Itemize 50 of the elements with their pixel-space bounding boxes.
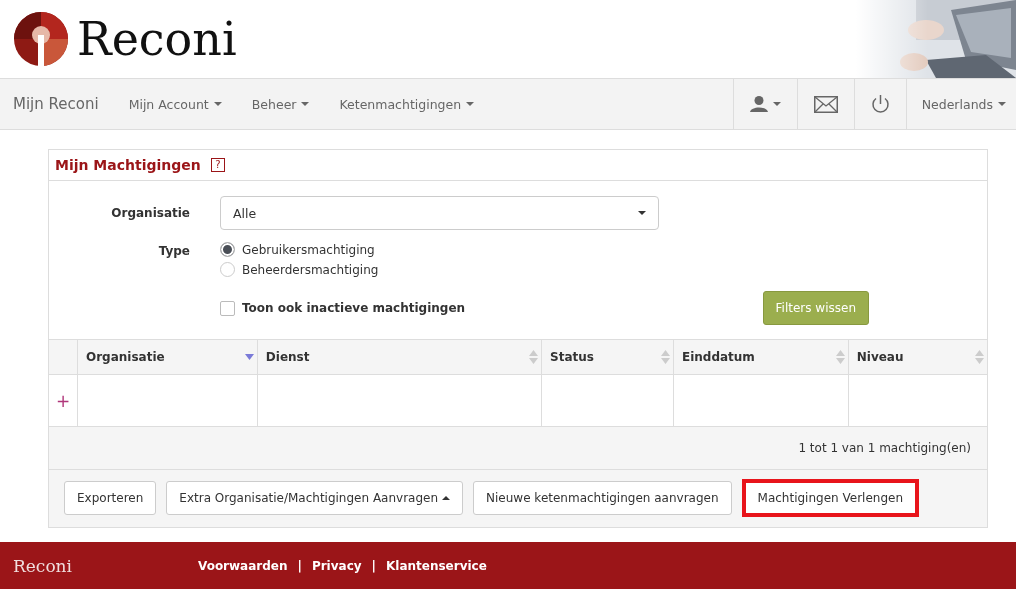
sort-icon	[835, 350, 845, 364]
checkbox-option[interactable]: Toon ook inactieve machtigingen	[220, 300, 466, 316]
power-icon	[870, 94, 890, 114]
sort-icon	[660, 350, 670, 364]
sort-icon	[975, 350, 984, 364]
column-header[interactable]: Status	[541, 339, 674, 375]
nav-menu[interactable]: Mijn Account	[113, 79, 237, 129]
column-header[interactable]: Dienst	[257, 339, 542, 375]
nav-menu[interactable]: Beheer	[236, 79, 325, 129]
caret-icon	[638, 211, 646, 215]
action-button[interactable]: Machtigingen Verlengen	[741, 479, 919, 517]
nav-menu[interactable]: Ketenmachtigingen	[324, 79, 490, 129]
checkbox[interactable]	[220, 300, 235, 316]
type-label: Type	[157, 243, 191, 258]
organisatie-select[interactable]: Alle	[220, 196, 659, 230]
action-button[interactable]: Exporteren	[64, 481, 157, 515]
sort-descending-icon	[244, 354, 254, 360]
caret-icon	[213, 102, 222, 106]
footer-link[interactable]: Klantenservice	[386, 558, 487, 573]
sort-icon	[529, 350, 538, 364]
envelope-icon	[813, 95, 838, 113]
checkbox-label: Toon ook inactieve machtigingen	[242, 301, 466, 315]
footer-brand: Reconi	[12, 555, 73, 576]
link-separator: |	[297, 558, 302, 573]
action-button[interactable]: Nieuwe ketenmachtigingen aanvragen	[473, 481, 732, 515]
radio-button[interactable]	[220, 242, 235, 257]
panel-title: Mijn Machtigingen	[55, 157, 201, 173]
caret-icon	[998, 102, 1006, 106]
radio-option[interactable]: Gebruikersmachtiging	[220, 242, 379, 257]
caret-icon	[301, 102, 310, 106]
help-button[interactable]: ?	[210, 158, 225, 172]
link-separator: |	[371, 558, 376, 573]
column-header[interactable]: Einddatum	[673, 339, 849, 375]
organisatie-label: Organisatie	[110, 206, 191, 220]
footer-link[interactable]: Privacy	[311, 558, 362, 573]
pagination-info: 1 tot 1 van 1 machtiging(en)	[798, 441, 971, 455]
footer-link[interactable]: Voorwaarden	[198, 558, 288, 573]
caret-icon	[442, 496, 451, 500]
caret-icon	[772, 102, 781, 106]
logo-text: Reconi	[77, 16, 237, 62]
action-button[interactable]: Extra Organisatie/Machtigingen Aanvragen	[166, 481, 464, 515]
caret-icon	[466, 102, 475, 106]
radio-label: Gebruikersmachtiging	[242, 242, 375, 257]
user-icon	[749, 96, 768, 112]
radio-button[interactable]	[220, 262, 235, 277]
language-menu[interactable]: Nederlands	[905, 79, 1016, 129]
logo-icon	[13, 11, 69, 67]
nav-brand[interactable]: Mijn Reconi	[0, 79, 114, 129]
column-header[interactable]: Niveau	[848, 339, 987, 375]
column-header[interactable]: Organisatie	[77, 339, 258, 375]
